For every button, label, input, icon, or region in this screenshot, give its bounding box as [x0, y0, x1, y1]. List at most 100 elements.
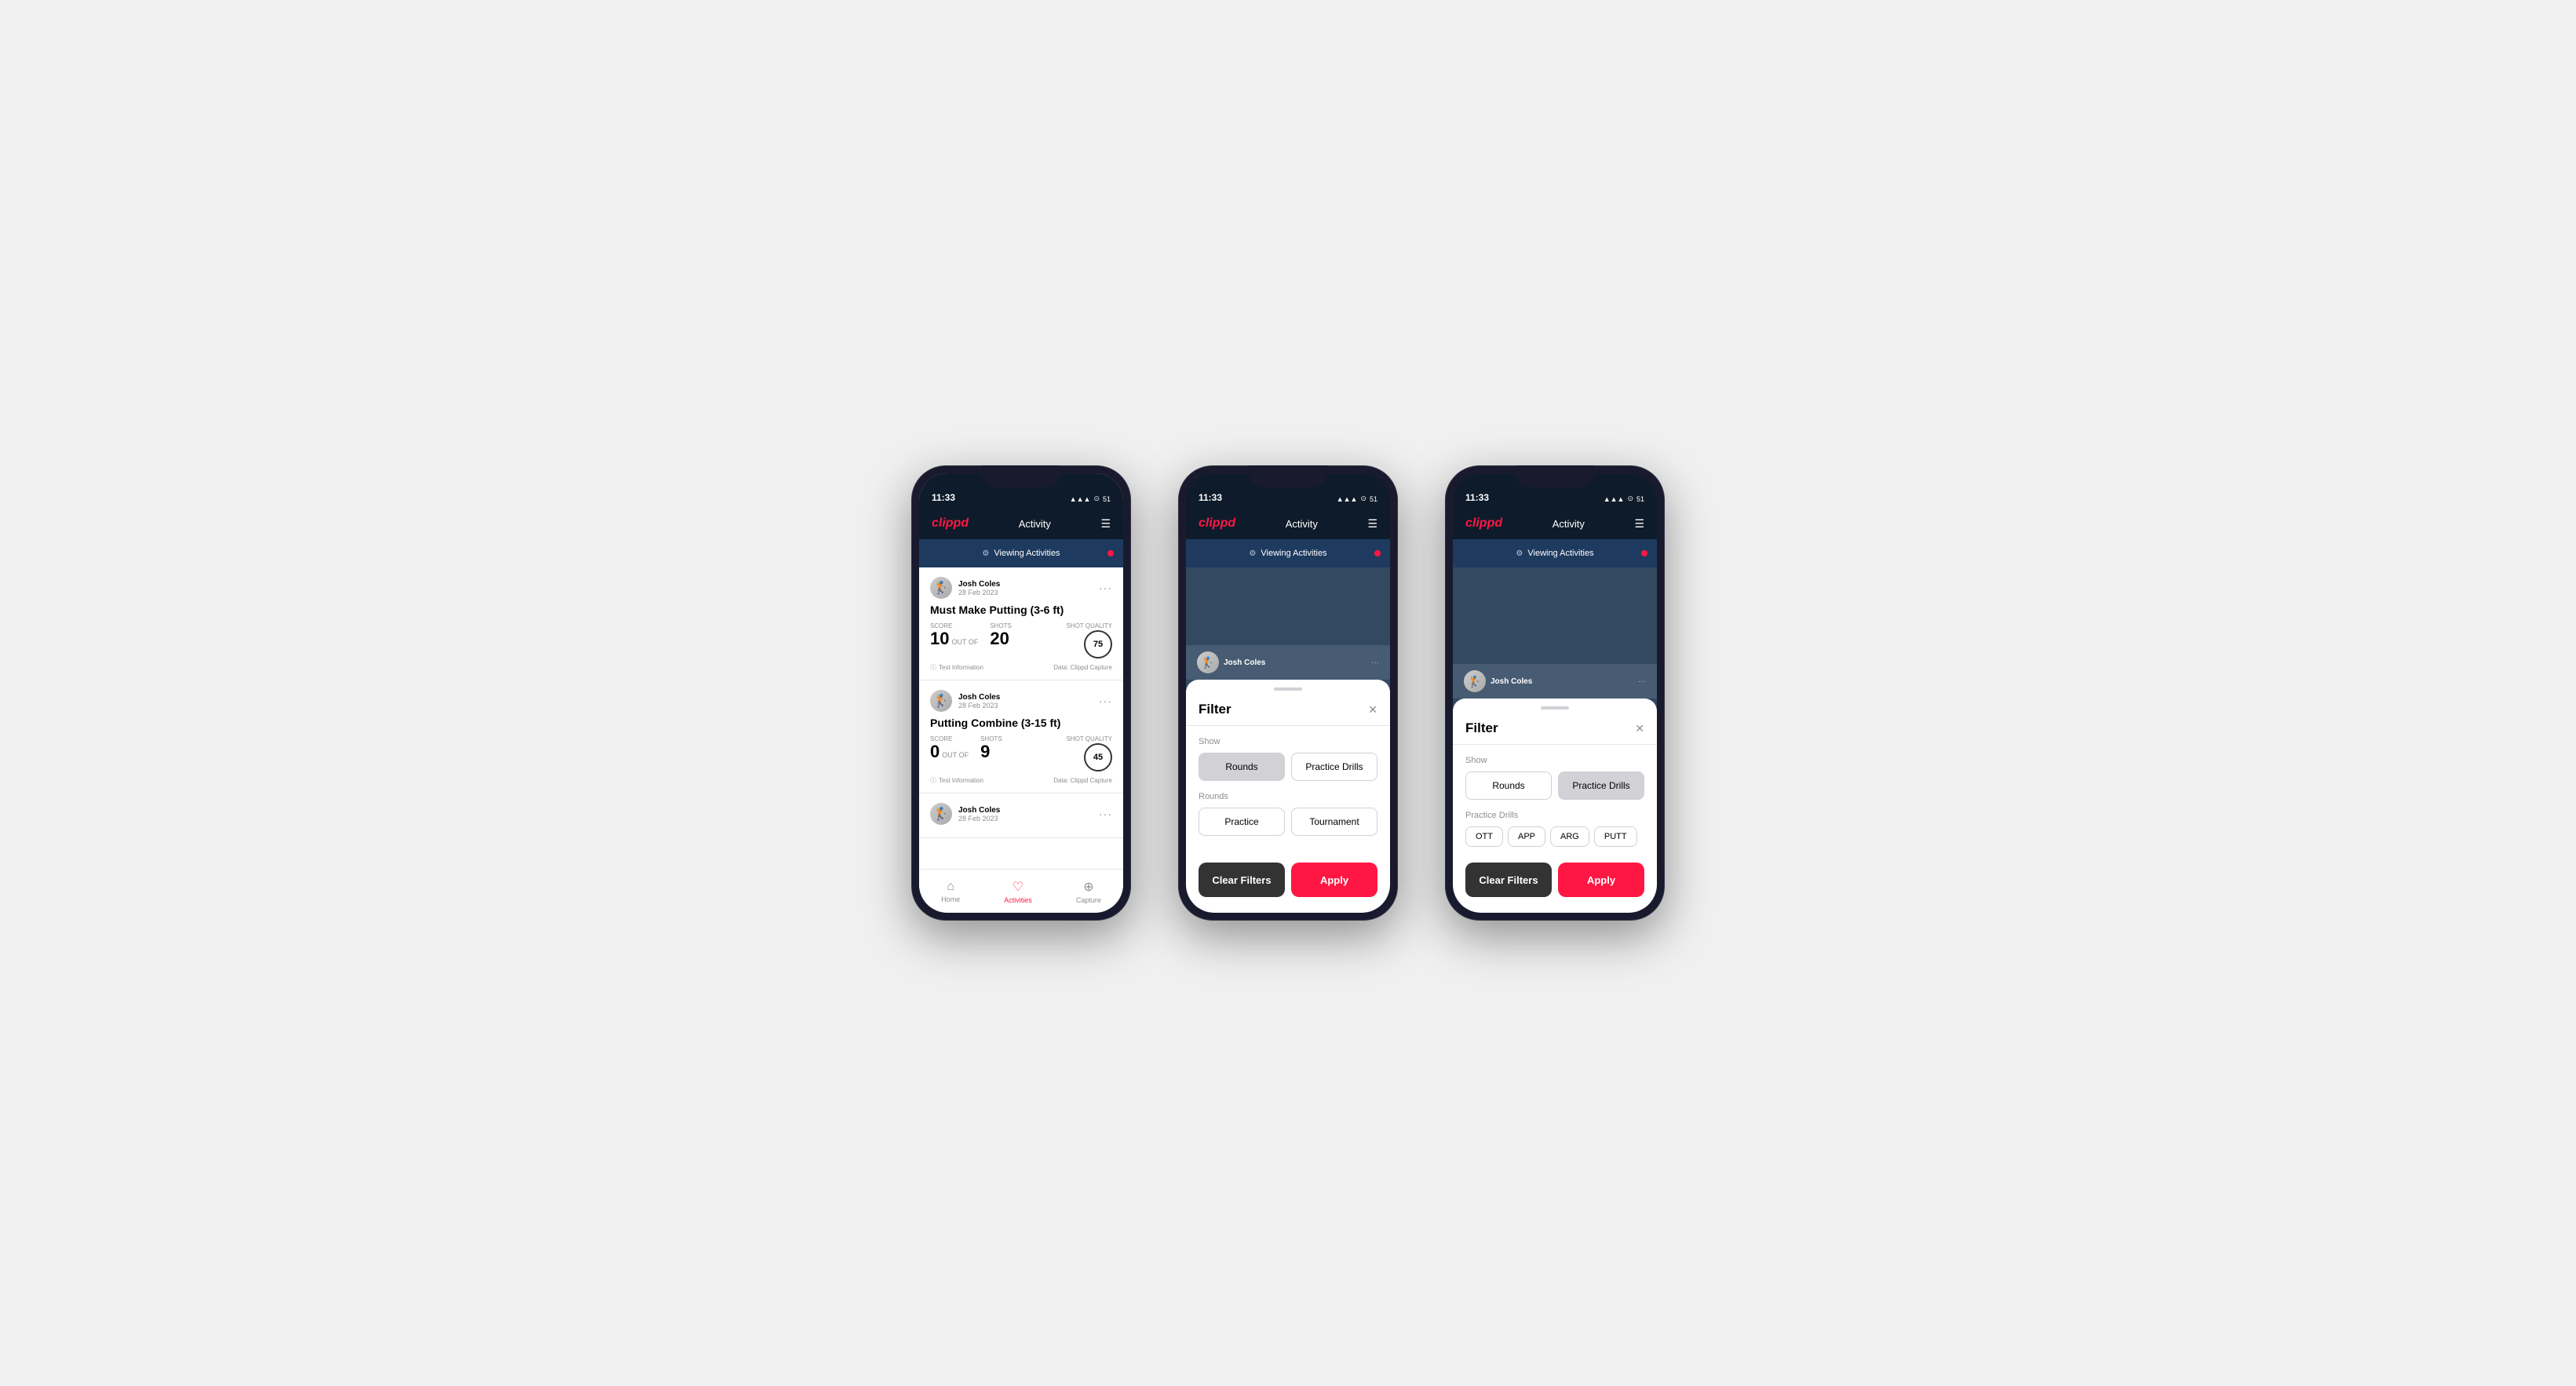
phone2-wrapper: 11:33 ▲▲▲ ⊙ 51 clippd Activity ☰ ⚙ Vie [1178, 465, 1398, 921]
tab-home[interactable]: ⌂ Home [941, 880, 960, 903]
activity-card-2: 🏌️ Josh Coles 28 Feb 2023 ··· Putting C [919, 680, 1123, 793]
practice-drills-btn-3[interactable]: Practice Drills [1558, 771, 1644, 800]
score-value-1: 10 [930, 630, 949, 647]
apply-btn-3[interactable]: Apply [1558, 863, 1644, 897]
rounds-section-label-2: Rounds [1199, 792, 1377, 801]
clear-filters-btn-2[interactable]: Clear Filters [1199, 863, 1285, 897]
more-dots-3[interactable]: ··· [1099, 808, 1112, 820]
more-dots-1[interactable]: ··· [1099, 582, 1112, 594]
tab-activities[interactable]: ♡ Activities [1004, 879, 1032, 904]
user-name-2: Josh Coles [958, 693, 1000, 702]
card-stats-2: Score 0 OUT OF Shots 9 [930, 735, 1112, 771]
footer-info-1: ⓘ Test Information [930, 663, 983, 672]
filter-close-2[interactable]: ✕ [1368, 703, 1377, 717]
nav-title-3: Activity [1553, 518, 1585, 530]
filter-close-3[interactable]: ✕ [1635, 722, 1644, 735]
status-icons-3: ▲▲▲ ⊙ 51 [1604, 494, 1644, 503]
home-icon: ⌂ [947, 880, 954, 894]
phone3-wrapper: 11:33 ▲▲▲ ⊙ 51 clippd Activity ☰ ⚙ Vie [1445, 465, 1665, 921]
avatar-inner-3: 🏌️ [930, 803, 952, 825]
avatar-1: 🏌️ [930, 577, 952, 599]
card-title-1: Must Make Putting (3-6 ft) [930, 604, 1112, 616]
avatar-figure-2: 🏌️ [933, 693, 949, 709]
menu-icon-3[interactable]: ☰ [1634, 517, 1644, 531]
user-info-2: Josh Coles 28 Feb 2023 [958, 693, 1000, 709]
rounds-type-buttons-2: Practice Tournament [1199, 808, 1377, 836]
clear-filters-btn-3[interactable]: Clear Filters [1465, 863, 1552, 897]
app-logo-3: clippd [1465, 516, 1502, 531]
practice-type-btn-2[interactable]: Practice [1199, 808, 1285, 836]
user-name-1: Josh Coles [958, 580, 1000, 589]
show-label-2: Show [1199, 737, 1377, 746]
status-time-2: 11:33 [1199, 492, 1222, 503]
dim-overlay-3: 🏌️ Josh Coles ··· Filter ✕ [1453, 567, 1657, 913]
shot-quality-badge-1: 75 [1084, 630, 1112, 658]
apply-btn-2[interactable]: Apply [1291, 863, 1377, 897]
card-footer-2: ⓘ Test Information Data: Clippd Capture [930, 776, 1112, 785]
phone3-inner: 11:33 ▲▲▲ ⊙ 51 clippd Activity ☰ ⚙ Vie [1453, 473, 1657, 913]
battery-icon-2: 51 [1370, 495, 1377, 503]
signal-icon-2: ▲▲▲ [1337, 495, 1358, 503]
menu-icon-2[interactable]: ☰ [1367, 517, 1377, 531]
viewing-bar-text-2: Viewing Activities [1261, 549, 1326, 558]
card-header-3: 🏌️ Josh Coles 28 Feb 2023 ··· [930, 803, 1112, 825]
peek-avatar-3: 🏌️ [1464, 670, 1486, 692]
phone1-wrapper: 11:33 ▲▲▲ ⊙ 51 clippd Activity ☰ ⚙ Vie [911, 465, 1131, 921]
status-icons-2: ▲▲▲ ⊙ 51 [1337, 494, 1377, 503]
avatar-figure-1: 🏌️ [933, 580, 949, 596]
tab-capture[interactable]: ⊕ Capture [1076, 879, 1101, 904]
more-dots-2[interactable]: ··· [1099, 695, 1112, 707]
peek-avatar-inner-2: 🏌️ [1197, 651, 1219, 673]
peek-user-name-2: Josh Coles [1224, 658, 1265, 667]
notification-dot [1107, 550, 1114, 556]
filter-sheet-2: Filter ✕ Show Rounds Practice Drills Rou… [1186, 680, 1390, 913]
nav-title-2: Activity [1286, 518, 1318, 530]
peek-user-2: 🏌️ Josh Coles ··· [1197, 651, 1379, 673]
viewing-activities-bar[interactable]: ⚙ Viewing Activities [919, 539, 1123, 567]
peek-card-2: 🏌️ Josh Coles ··· [1186, 645, 1390, 680]
viewing-activities-bar-3[interactable]: ⚙ Viewing Activities [1453, 539, 1657, 567]
show-buttons-3: Rounds Practice Drills [1465, 771, 1644, 800]
avatar-figure-3: 🏌️ [933, 806, 949, 822]
app-logo: clippd [932, 516, 969, 531]
info-icon-2: ⓘ [930, 776, 936, 785]
battery-icon-3: 51 [1636, 495, 1644, 503]
phone3: 11:33 ▲▲▲ ⊙ 51 clippd Activity ☰ ⚙ Vie [1445, 465, 1665, 921]
avatar-3: 🏌️ [930, 803, 952, 825]
shot-quality-badge-2: 45 [1084, 743, 1112, 771]
nav-bar: clippd Activity ☰ [919, 508, 1123, 539]
peek-user-name-3: Josh Coles [1491, 677, 1532, 686]
tournament-btn-2[interactable]: Tournament [1291, 808, 1377, 836]
peek-dots-3[interactable]: ··· [1638, 677, 1646, 686]
shot-quality-label-2: Shot Quality [1066, 735, 1112, 742]
card-user-2: 🏌️ Josh Coles 28 Feb 2023 [930, 690, 1000, 712]
shot-quality-label-1: Shot Quality [1066, 622, 1112, 629]
practice-drills-btn-2[interactable]: Practice Drills [1291, 753, 1377, 781]
filter-header-3: Filter ✕ [1453, 709, 1657, 745]
viewing-activities-bar-2[interactable]: ⚙ Viewing Activities [1186, 539, 1390, 567]
filter-icon-2: ⚙ [1249, 549, 1256, 558]
rounds-btn-2[interactable]: Rounds [1199, 753, 1285, 781]
rounds-btn-3[interactable]: Rounds [1465, 771, 1552, 800]
user-date-3: 28 Feb 2023 [958, 815, 1000, 822]
drill-ott-3[interactable]: OTT [1465, 826, 1503, 847]
card-user-3: 🏌️ Josh Coles 28 Feb 2023 [930, 803, 1000, 825]
drill-app-3[interactable]: APP [1508, 826, 1545, 847]
peek-dots-2[interactable]: ··· [1371, 658, 1379, 667]
menu-icon[interactable]: ☰ [1100, 517, 1111, 531]
notch3 [1516, 465, 1594, 487]
filter-body-3: Show Rounds Practice Drills Practice Dri… [1453, 745, 1657, 858]
phone1-inner: 11:33 ▲▲▲ ⊙ 51 clippd Activity ☰ ⚙ Vie [919, 473, 1123, 913]
drill-arg-3[interactable]: ARG [1550, 826, 1589, 847]
filter-icon-3: ⚙ [1516, 549, 1523, 558]
status-icons: ▲▲▲ ⊙ 51 [1070, 494, 1111, 503]
out-of-2: OUT OF [942, 751, 969, 760]
peek-avatar-inner-3: 🏌️ [1464, 670, 1486, 692]
avatar-inner-2: 🏌️ [930, 690, 952, 712]
drills-section-label-3: Practice Drills [1465, 811, 1644, 820]
drill-putt-3[interactable]: PUTT [1594, 826, 1637, 847]
footer-data-1: Data: Clippd Capture [1053, 664, 1112, 671]
phone2-inner: 11:33 ▲▲▲ ⊙ 51 clippd Activity ☰ ⚙ Vie [1186, 473, 1390, 913]
peek-avatar-fig-3: 🏌️ [1468, 675, 1481, 688]
footer-data-2: Data: Clippd Capture [1053, 777, 1112, 784]
